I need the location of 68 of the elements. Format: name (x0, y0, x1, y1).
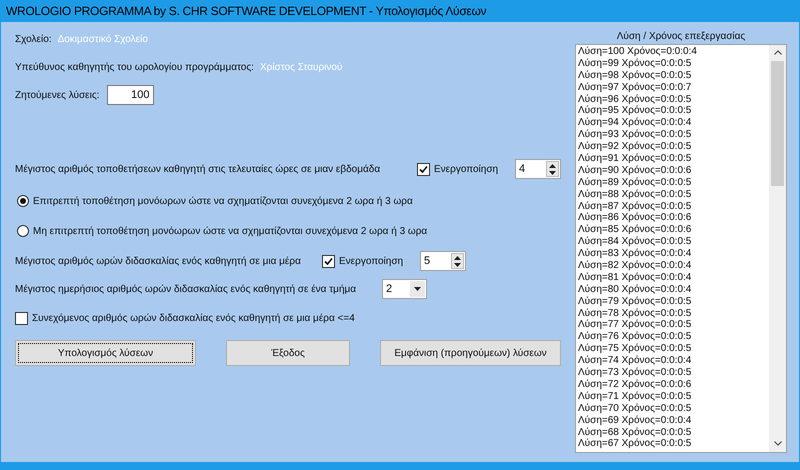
list-item[interactable]: Λύση=69 Χρόνος=0:0:0:4 (578, 414, 769, 426)
list-item[interactable]: Λύση=98 Χρόνος=0:0:0:5 (578, 70, 769, 82)
list-item[interactable]: Λύση=85 Χρόνος=0:0:0:6 (578, 224, 769, 236)
caret-icon[interactable] (410, 281, 425, 297)
list-item[interactable]: Λύση=74 Χρόνος=0:0:0:4 (578, 355, 769, 368)
radio-button[interactable] (17, 195, 29, 207)
list-item[interactable]: Λύση=81 Χρόνος=0:0:0:4 (578, 272, 769, 284)
scroll-up-icon[interactable] (774, 50, 782, 55)
field-value: Χρίστος Σταυρινού (260, 60, 342, 74)
action-button[interactable]: Εμφάνιση (προηγούμεων) λύσεων (380, 340, 561, 366)
field-label: Υπεύθυνος καθηγητής του ωρολογίου προγράμματος: (15, 60, 254, 74)
action-button[interactable]: Έξοδος (226, 340, 350, 366)
checkbox-label: Ενεργοποίηση (434, 162, 500, 176)
checkbox[interactable] (15, 312, 28, 324)
list-item[interactable]: Λύση=97 Χρόνος=0:0:0:7 (578, 82, 769, 94)
option-label: Συνεχόμενος αριθμός ωρών διδασκαλίας ενός καθηγητή σε μια μέρα <=4 (32, 312, 355, 326)
list-heading: Λύση / Χρόνος επεξεργασίας (616, 30, 746, 43)
option-label: Μη επιτρεπτή τοποθέτηση μονόωρων ώστε να σχηματίζονται συνεχόμενα 2 ωρα ή 3 ωρα (33, 224, 428, 238)
list-item[interactable]: Λύση=82 Χρόνος=0:0:0:4 (578, 260, 769, 272)
radio-button[interactable] (17, 225, 29, 237)
list-item[interactable]: Λύση=78 Χρόνος=0:0:0:5 (578, 308, 769, 320)
action-button[interactable]: Υπολογισμός λύσεων (15, 340, 196, 366)
field-label: Σχολείο: (15, 32, 52, 46)
list-item[interactable]: Λύση=91 Χρόνος=0:0:0:5 (578, 153, 769, 165)
list-item[interactable]: Λύση=95 Χρόνος=0:0:0:5 (578, 105, 769, 118)
list-item[interactable]: Λύση=89 Χρόνος=0:0:0:5 (578, 176, 769, 189)
list-item[interactable]: Λύση=80 Χρόνος=0:0:0:4 (578, 284, 769, 296)
list-item[interactable]: Λύση=87 Χρόνος=0:0:0:5 (578, 200, 769, 212)
option-label: Επιτρεπτή τοποθέτηση μονόωρων ώστε να σχηματίζονται συνεχόμενα 2 ωρα ή 3 ωρα (33, 194, 413, 208)
list-item[interactable]: Λύση=83 Χρόνος=0:0:0:4 (578, 248, 769, 260)
spin-arrows-icon[interactable] (451, 253, 464, 269)
spin-arrows-icon[interactable] (546, 161, 559, 177)
option-label: Μέγιστος ημερήσιος αριθμός ωρών διδασκαλίας ενός καθηγητή σε ένα τμήμα (15, 282, 358, 296)
list-item[interactable]: Λύση=72 Χρόνος=0:0:0:6 (578, 378, 769, 391)
list-item[interactable]: Λύση=68 Χρόνος=0:0:0:5 (578, 426, 769, 438)
list-item[interactable]: Λύση=77 Χρόνος=0:0:0:5 (578, 319, 769, 332)
list-item[interactable]: Λύση=67 Χρόνος=0:0:0:5 (578, 438, 769, 450)
list-item[interactable]: Λύση=76 Χρόνος=0:0:0:5 (578, 331, 769, 344)
list-item[interactable]: Λύση=100 Χρόνος=0:0:0:4 (578, 46, 769, 58)
list-item[interactable]: Λύση=93 Χρόνος=0:0:0:5 (578, 129, 769, 142)
solutions-input[interactable]: 100 (107, 85, 154, 105)
list-item[interactable]: Λύση=99 Χρόνος=0:0:0:5 (578, 58, 769, 70)
list-item[interactable]: Λύση=75 Χρόνος=0:0:0:5 (578, 343, 769, 356)
checkbox[interactable] (417, 162, 430, 176)
scroll-down-icon[interactable] (774, 441, 782, 446)
option-label: Μέγιστος αριθμός ωρών διδασκαλίας ενός καθηγητή σε μια μέρα (15, 254, 302, 268)
list-item[interactable]: Λύση=92 Χρόνος=0:0:0:5 (578, 141, 769, 154)
checkbox-label: Ενεργοποίηση (339, 254, 404, 268)
dropdown[interactable]: 2 (382, 279, 427, 299)
option-label: Μέγιστος αριθμός τοποθετήσεων καθηγητή στις τελευταίες ώρες σε μιαν εβδομάδα (15, 162, 382, 176)
list-item[interactable]: Λύση=70 Χρόνος=0:0:0:5 (578, 402, 769, 415)
list-item[interactable]: Λύση=94 Χρόνος=0:0:0:4 (578, 117, 769, 130)
checkbox[interactable] (322, 254, 335, 268)
window-title: WROLOGIO PROGRAMMA by S. CHR SOFTWARE DEVELOPMENT - Υπολογισμός Λύσεων (5, 3, 488, 20)
spin-field[interactable]: 4 (515, 159, 561, 179)
field-label: Ζητούμενες λύσεις: (15, 88, 100, 102)
field-value: Δοκιμαστικό Σχολείο (58, 32, 148, 46)
list-item[interactable]: Λύση=84 Χρόνος=0:0:0:5 (578, 236, 769, 248)
list-item[interactable]: Λύση=73 Χρόνος=0:0:0:5 (578, 367, 769, 379)
scroll-thumb[interactable] (771, 61, 784, 186)
list-item[interactable]: Λύση=79 Χρόνος=0:0:0:5 (578, 296, 769, 308)
list-item[interactable]: Λύση=71 Χρόνος=0:0:0:5 (578, 390, 769, 403)
scrollbar[interactable] (769, 45, 786, 452)
list-item[interactable]: Λύση=86 Χρόνος=0:0:0:6 (578, 212, 769, 224)
spin-field[interactable]: 5 (420, 251, 466, 271)
list-item[interactable]: Λύση=96 Χρόνος=0:0:0:5 (578, 94, 769, 106)
list-item[interactable]: Λύση=90 Χρόνος=0:0:0:6 (578, 164, 769, 177)
list-item[interactable]: Λύση=88 Χρόνος=0:0:0:5 (578, 188, 769, 201)
